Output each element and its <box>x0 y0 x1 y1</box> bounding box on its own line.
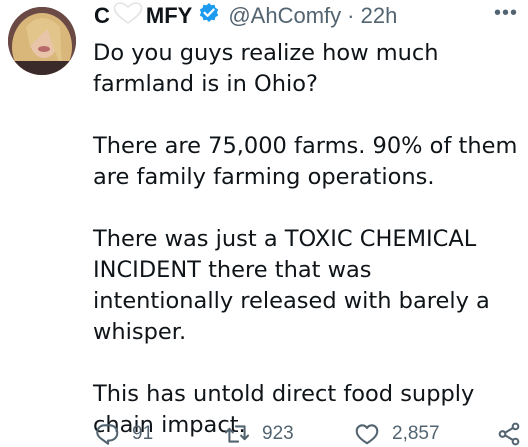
user-handle[interactable]: @AhComfy <box>228 3 341 29</box>
tweet-text: Do you guys realize how much farmland is… <box>93 38 518 441</box>
tweet-actions: 91 923 2,857 <box>0 421 528 447</box>
retweet-button[interactable]: 923 <box>224 421 294 447</box>
share-button[interactable] <box>496 421 522 447</box>
retweet-count: 923 <box>262 423 294 444</box>
tweet-paragraph: Do you guys realize how much farmland is… <box>93 40 439 97</box>
display-name-rest: MFY <box>145 3 193 28</box>
display-name[interactable]: C MFY <box>94 1 192 31</box>
heart-icon <box>355 424 379 445</box>
tweet-paragraph: There are 75,000 farms. 90% of them are … <box>93 133 518 190</box>
reply-count: 91 <box>132 423 154 444</box>
tweet-paragraph: There was just a TOXIC CHEMICAL INCIDENT… <box>93 226 490 345</box>
display-name-first: C <box>94 3 110 28</box>
tweet-header: C MFY @AhComfy · 22h <box>94 0 397 32</box>
reply-icon <box>96 424 119 445</box>
verified-badge-icon <box>198 2 220 30</box>
heart-outline-icon <box>112 1 144 31</box>
timestamp[interactable]: · 22h <box>347 3 397 29</box>
like-button[interactable]: 2,857 <box>354 421 440 447</box>
avatar[interactable] <box>8 7 76 75</box>
avatar-image <box>8 7 76 75</box>
reply-button[interactable]: 91 <box>94 421 153 447</box>
share-icon <box>498 422 520 446</box>
more-options-button[interactable]: ••• <box>494 2 518 25</box>
retweet-icon <box>224 425 250 443</box>
like-count: 2,857 <box>392 423 440 444</box>
